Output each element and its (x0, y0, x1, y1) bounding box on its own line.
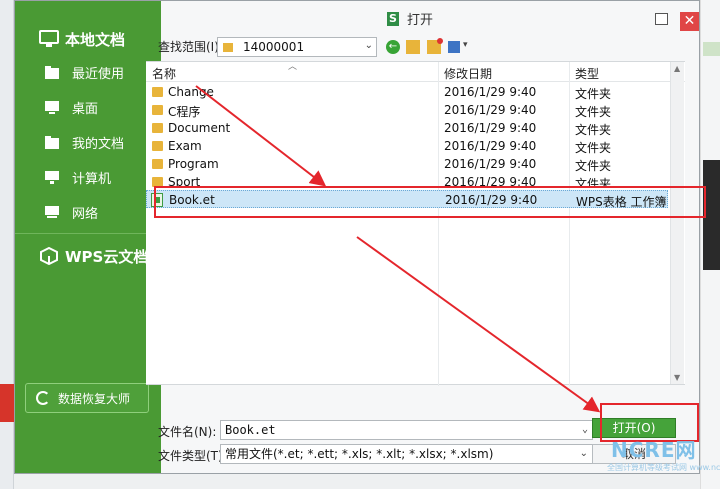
up-folder-icon[interactable] (406, 40, 420, 54)
chevron-down-icon[interactable]: ⌄ (582, 421, 588, 439)
dialog-title-text: 打开 (407, 13, 434, 28)
file-name: C程序 (168, 105, 201, 119)
folder-icon (223, 42, 233, 52)
lookin-value: 14000001 (243, 40, 305, 54)
dialog-title: S 打开 (387, 9, 433, 28)
background-app-left-strip (0, 0, 14, 489)
file-type: 文件夹 (575, 105, 612, 119)
sidebar-item-computer[interactable]: 计算机 (15, 160, 161, 195)
list-item[interactable]: C程序 2016/1/29 9:40 文件夹 (146, 101, 668, 119)
view-menu-chevron-icon[interactable]: ▾ (463, 40, 468, 50)
filename-input[interactable]: Book.et ⌄ (220, 420, 593, 440)
file-list-header: 名称 ︿ 修改日期 类型 (146, 62, 685, 82)
scroll-down-icon[interactable]: ▼ (674, 373, 680, 382)
background-red-banner (0, 384, 14, 422)
list-item[interactable]: Document 2016/1/29 9:40 文件夹 (146, 119, 668, 137)
lookin-label: 查找范围(I) (158, 40, 219, 54)
ncre-watermark: NCRE网 全国计算机等级考试网 www.ncre.cn (603, 432, 720, 478)
watermark-brand: NCRE网 (611, 438, 697, 462)
highlight-selected-file (154, 186, 706, 218)
file-name: Exam (168, 139, 202, 153)
filetype-value: 常用文件(*.et; *.ett; *.xls; *.xlt; *.xlsx; … (225, 447, 494, 461)
sidebar-item-recent[interactable]: 最近使用 (15, 55, 161, 90)
background-app-right-strip (700, 0, 720, 489)
list-item[interactable]: Sport 2016/1/29 9:40 文件夹 (146, 173, 668, 187)
computer-icon (45, 171, 59, 184)
recover-icon (36, 391, 50, 405)
documents-icon (45, 136, 59, 149)
monitor-icon (39, 30, 59, 48)
folder-recent-icon (45, 66, 59, 79)
new-folder-icon[interactable] (427, 38, 443, 54)
sidebar-section-cloud[interactable]: WPS云文档 (15, 234, 161, 278)
sidebar-section-cloud-label: WPS云文档 (65, 247, 149, 266)
chevron-down-icon: ⌄ (364, 40, 373, 51)
sidebar-item-documents[interactable]: 我的文档 (15, 125, 161, 160)
file-type: 文件夹 (575, 141, 612, 155)
file-name: Program (168, 157, 219, 171)
filetype-select[interactable]: 常用文件(*.et; *.ett; *.xls; *.xlt; *.xlsx; … (220, 444, 593, 464)
background-app-bottom-strip (14, 474, 700, 489)
sidebar-item-network[interactable]: 网络 (15, 195, 161, 230)
sidebar-item-label: 网络 (72, 207, 99, 222)
sidebar-item-label: 计算机 (72, 172, 112, 187)
list-item[interactable]: Program 2016/1/29 9:40 文件夹 (146, 155, 668, 173)
file-type: 文件夹 (575, 159, 612, 173)
column-header-type[interactable]: 类型 (575, 65, 599, 82)
sort-ascending-icon: ︿ (288, 62, 298, 72)
filename-value: Book.et (225, 423, 276, 437)
lookin-dropdown[interactable]: 14000001 ⌄ (217, 37, 377, 57)
file-name: Document (168, 121, 231, 135)
sidebar-item-label: 最近使用 (72, 67, 125, 82)
maximize-icon[interactable] (655, 13, 668, 25)
background-block (703, 42, 720, 56)
folder-icon (152, 141, 163, 151)
chevron-down-icon[interactable]: ⌄ (580, 445, 588, 463)
filename-label: 文件名(N): (158, 425, 217, 439)
cloud-cube-icon (39, 246, 59, 266)
filetype-label: 文件类型(T) (158, 449, 223, 463)
back-arrow-icon[interactable]: ← (386, 40, 400, 54)
file-date: 2016/1/29 9:40 (444, 139, 537, 153)
sidebar-item-label: 桌面 (72, 102, 99, 117)
data-recovery-button[interactable]: 数据恢复大师 (25, 383, 149, 413)
sidebar-item-label: 我的文档 (72, 137, 125, 152)
file-date: 2016/1/29 9:40 (444, 103, 537, 117)
sidebar-item-desktop[interactable]: 桌面 (15, 90, 161, 125)
column-header-name[interactable]: 名称 (152, 65, 176, 82)
wps-logo-icon: S (387, 11, 399, 26)
close-icon[interactable]: ✕ (680, 12, 699, 31)
folder-icon (152, 105, 163, 115)
file-date: 2016/1/29 9:40 (444, 121, 537, 135)
view-menu-icon[interactable] (448, 41, 460, 53)
file-list[interactable]: 名称 ︿ 修改日期 类型 Change 2016/1/29 9:40 文件夹 C… (146, 61, 685, 386)
list-item[interactable]: Exam 2016/1/29 9:40 文件夹 (146, 137, 668, 155)
folder-icon (152, 159, 163, 169)
folder-icon (152, 123, 163, 133)
title-bar: S 打开 ✕ (161, 1, 699, 33)
network-icon (45, 206, 59, 219)
file-name: Change (168, 85, 214, 99)
sidebar: 本地文档 最近使用 桌面 我的文档 计算机 网络 WPS云文档 数据恢复大师 (15, 1, 161, 473)
file-type: 文件夹 (575, 123, 612, 137)
desktop-icon (45, 101, 59, 114)
scroll-up-icon[interactable]: ▲ (674, 64, 680, 73)
list-item[interactable]: Change 2016/1/29 9:40 文件夹 (146, 83, 668, 101)
data-recovery-label: 数据恢复大师 (58, 391, 131, 406)
file-date: 2016/1/29 9:40 (444, 85, 537, 99)
folder-icon (152, 87, 163, 97)
column-header-date[interactable]: 修改日期 (444, 65, 492, 82)
sidebar-section-local-label: 本地文档 (65, 30, 126, 49)
watermark-slogan: 全国计算机等级考试网 www.ncre.cn (607, 463, 720, 472)
vertical-scrollbar[interactable]: ▲ ▼ (670, 62, 684, 384)
file-date: 2016/1/29 9:40 (444, 157, 537, 171)
file-type: 文件夹 (575, 87, 612, 101)
